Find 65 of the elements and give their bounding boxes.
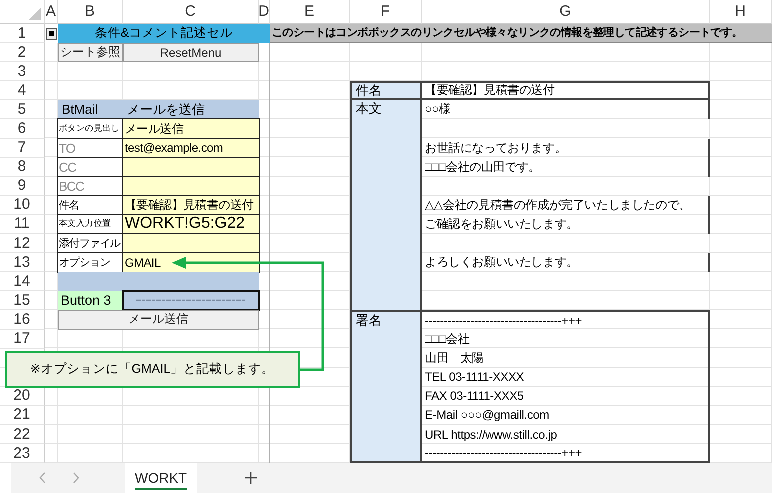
column-header[interactable]: B xyxy=(58,0,123,24)
table-cell: TEL 03-1111-XXXX xyxy=(422,368,710,387)
field-label: TO xyxy=(58,138,123,158)
sheet-tab[interactable]: WORKT xyxy=(125,463,198,493)
table-cell[interactable]: test@example.com xyxy=(123,138,259,158)
stop-square-icon[interactable] xyxy=(46,28,57,40)
table-cell: 署名 xyxy=(350,310,422,464)
field-label: CC xyxy=(58,158,123,177)
row-header[interactable]: 17 xyxy=(0,330,45,349)
table-cell: Button 3 xyxy=(58,291,123,310)
row-header[interactable]: 6 xyxy=(0,119,45,139)
table-cell: URL https://www.still.co.jp xyxy=(422,424,710,444)
field-label: ボタンの見出し xyxy=(58,119,123,139)
row-header[interactable]: 3 xyxy=(0,62,45,82)
table-cell[interactable] xyxy=(123,176,259,196)
table-cell: FAX 03-1111-XXX5 xyxy=(422,386,710,406)
table-cell[interactable]: 【要確認】見積書の送付 xyxy=(123,196,259,215)
menu-button[interactable]: シート参照 xyxy=(58,43,123,62)
add-sheet-icon[interactable] xyxy=(245,472,258,484)
table-cell: 山田 太陽 xyxy=(422,348,710,368)
table-cell[interactable] xyxy=(123,234,259,254)
field-label: 件名 xyxy=(58,196,123,215)
table-cell: メールを送信 xyxy=(123,100,259,120)
table-cell: E-Mail ○○○@gmaill.com xyxy=(422,406,710,425)
table-cell: 【要確認】見積書の送付 xyxy=(422,81,710,100)
row-header[interactable]: 16 xyxy=(0,310,45,330)
selected-cell[interactable] xyxy=(123,291,259,310)
menu-button[interactable]: ResetMenu xyxy=(123,43,259,62)
table-cell: よろしくお願いいたします。 xyxy=(422,253,710,272)
sheet-description: このシートはコンボボックスのリンクセルや様々なリンクの情報を整理して記述するシートです。 xyxy=(270,24,772,44)
column-header[interactable]: A xyxy=(45,0,58,24)
field-label: 本文入力位置 xyxy=(58,214,123,234)
table-cell[interactable] xyxy=(123,158,259,177)
field-label: BCC xyxy=(58,176,123,196)
column-header[interactable]: F xyxy=(350,0,422,24)
callout-note: ※オプションに「GMAIL」と記載します。 xyxy=(5,351,300,388)
column-header[interactable]: C xyxy=(123,0,259,24)
table-cell: □□□会社 xyxy=(422,330,710,349)
table-cell: ご確認をお願いいたします。 xyxy=(422,214,710,234)
row-header[interactable]: 14 xyxy=(0,272,45,292)
column-header[interactable]: D xyxy=(259,0,270,24)
table-cell: □□□会社の山田です。 xyxy=(422,158,710,177)
table-cell: BtMail xyxy=(58,100,123,120)
row-header[interactable]: 4 xyxy=(0,81,45,100)
column-header[interactable]: G xyxy=(422,0,710,24)
row-header[interactable]: 8 xyxy=(0,158,45,177)
table-cell: お世話になっております。 xyxy=(422,138,710,158)
table-cell: 件名 xyxy=(350,81,422,100)
table-cell: △△会社の見積書の作成が完了いたしましたので、 xyxy=(422,196,710,215)
row-header[interactable]: 23 xyxy=(0,444,45,464)
field-label: オプション xyxy=(58,253,123,272)
section-title: 条件&コメント記述セル xyxy=(58,24,270,44)
table-cell: ------------------------------------+++ xyxy=(422,310,710,330)
row-header[interactable]: 5 xyxy=(0,100,45,120)
column-header[interactable]: E xyxy=(270,0,350,24)
table-cell: ○○様 xyxy=(422,100,710,120)
row-header[interactable]: 13 xyxy=(0,253,45,272)
table-cell: 本文 xyxy=(350,100,422,310)
table-cell[interactable]: WORKT!G5:G22 xyxy=(123,214,259,234)
row-header[interactable]: 7 xyxy=(0,138,45,158)
column-header[interactable]: H xyxy=(710,0,772,24)
field-label: 添付ファイル xyxy=(58,234,123,254)
send-mail-button[interactable]: メール送信 xyxy=(58,310,259,330)
row-header[interactable]: 15 xyxy=(0,291,45,310)
table-cell[interactable]: メール送信 xyxy=(123,119,259,139)
